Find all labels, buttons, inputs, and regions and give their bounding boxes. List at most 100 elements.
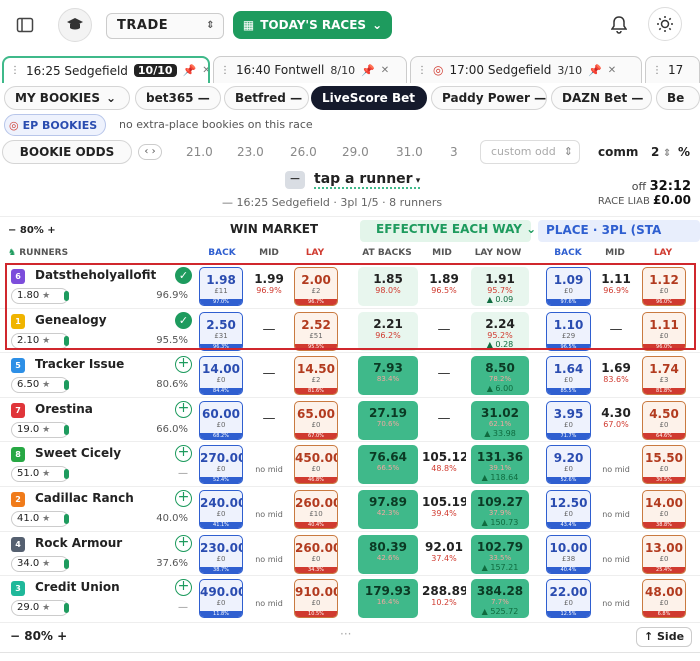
ew-lay-now-cell[interactable]: 1.91 95.7% ▲ 0.09 bbox=[471, 267, 529, 306]
bookie-chip-selected[interactable]: LiveScore Bet bbox=[311, 86, 427, 110]
place-mid-cell[interactable]: no mid bbox=[594, 490, 638, 529]
win-back-cell[interactable]: 230.00 £0 38.7% bbox=[199, 535, 243, 574]
bookie-chip[interactable]: DAZN Bet — bbox=[551, 86, 652, 110]
bookie-chip[interactable]: bet365 — bbox=[135, 86, 221, 110]
win-lay-cell[interactable]: 260.00 £10 40.4% bbox=[294, 490, 338, 529]
ew-lay-now-cell[interactable]: 31.02 62.1% ▲ 33.98 bbox=[471, 401, 529, 440]
drag-handle-icon[interactable]: ⋮ bbox=[220, 65, 230, 76]
ew-lay-now-cell[interactable]: 102.79 33.5% ▲ 157.21 bbox=[471, 535, 529, 574]
ew-mid-cell[interactable]: 92.01 37.4% bbox=[422, 535, 466, 574]
drag-handle-icon[interactable]: ⋮ bbox=[10, 65, 20, 76]
ew-at-backs-cell[interactable]: 1.85 98.0% bbox=[358, 267, 418, 306]
win-lay-cell[interactable]: 2.00 £2 96.7% bbox=[294, 267, 338, 306]
win-back-cell[interactable]: 60.00 £0 68.2% bbox=[199, 401, 243, 440]
runner-price-input[interactable]: 2.10 ★ bbox=[11, 333, 69, 349]
tab-race-1[interactable]: ⋮ 16:40 Fontwell 8/10 📌 ✕ bbox=[213, 56, 407, 83]
runner-row[interactable]: 2 Cadillac Ranch 41.0 ★ +40.0% bbox=[0, 487, 200, 531]
place-back-cell[interactable]: 12.50 £0 43.4% bbox=[546, 490, 591, 529]
place-mid-cell[interactable]: 1.69 83.6% bbox=[594, 356, 638, 395]
ew-at-backs-cell[interactable]: 80.39 42.6% bbox=[358, 535, 418, 574]
win-back-cell[interactable]: 490.00 £0 11.8% bbox=[199, 579, 243, 618]
minus-button[interactable]: − bbox=[285, 171, 305, 189]
win-back-cell[interactable]: 1.98 £11 97.0% bbox=[199, 267, 243, 306]
add-icon[interactable]: + bbox=[175, 356, 192, 373]
win-mid-cell[interactable]: 1.99 96.9% bbox=[247, 267, 291, 306]
place-lay-cell[interactable]: 48.00 £0 6.8% bbox=[642, 579, 686, 618]
place-back-cell[interactable]: 9.20 £0 52.6% bbox=[546, 445, 591, 484]
runner-row[interactable]: 7 Orestina 19.0 ★ +66.0% bbox=[0, 398, 200, 442]
bookie-chip[interactable]: Be bbox=[656, 86, 700, 110]
bell-icon[interactable] bbox=[608, 14, 630, 36]
ew-at-backs-cell[interactable]: 76.64 66.5% bbox=[358, 445, 418, 484]
odd-value[interactable]: 29.0 bbox=[342, 145, 369, 159]
comm-input[interactable]: 2 ⇕ bbox=[651, 145, 671, 159]
place-lay-cell[interactable]: 1.11 £0 96.0% bbox=[642, 312, 686, 351]
place-back-cell[interactable]: 1.64 £0 85.5% bbox=[546, 356, 591, 395]
ew-at-backs-cell[interactable]: 97.89 42.3% bbox=[358, 490, 418, 529]
ew-mid-cell[interactable]: 1.89 96.5% bbox=[422, 267, 466, 306]
graduation-cap-icon[interactable] bbox=[58, 8, 92, 42]
place-mid-cell[interactable]: 4.30 67.0% bbox=[594, 401, 638, 440]
win-lay-cell[interactable]: 910.00 £0 10.5% bbox=[294, 579, 338, 618]
runner-price-input[interactable]: 29.0 ★ bbox=[11, 600, 69, 616]
runner-price-input[interactable]: 6.50 ★ bbox=[11, 377, 69, 393]
runner-price-input[interactable]: 41.0 ★ bbox=[11, 511, 69, 527]
tap-runner-select[interactable]: tap a runner ▾ bbox=[314, 171, 421, 189]
runner-price-input[interactable]: 19.0 ★ bbox=[11, 422, 69, 438]
add-icon[interactable]: + bbox=[175, 535, 192, 552]
add-icon[interactable]: + bbox=[175, 579, 192, 596]
todays-races-button[interactable]: ▦ TODAY'S RACES ⌄ bbox=[233, 11, 392, 39]
odd-value[interactable]: 3 bbox=[450, 145, 458, 159]
place-mid-cell[interactable]: — bbox=[594, 312, 638, 351]
win-back-cell[interactable]: 2.50 £31 96.3% bbox=[199, 312, 243, 351]
place-back-cell[interactable]: 10.00 £38 40.4% bbox=[546, 535, 591, 574]
ew-mid-cell[interactable]: 288.89 10.2% bbox=[422, 579, 466, 618]
ew-at-backs-cell[interactable]: 7.93 83.4% bbox=[358, 356, 418, 395]
win-mid-cell[interactable]: no mid bbox=[247, 445, 291, 484]
close-icon[interactable]: ✕ bbox=[202, 65, 208, 76]
bottom-zoom-control[interactable]: − 80% + bbox=[10, 629, 67, 643]
sun-icon[interactable] bbox=[648, 7, 682, 41]
runner-row[interactable]: 1 Genealogy 2.10 ★ ✓ 95.5% bbox=[0, 309, 200, 353]
runner-row[interactable]: 5 Tracker Issue 6.50 ★ +80.6% bbox=[0, 353, 200, 397]
win-back-cell[interactable]: 240.00 £0 41.1% bbox=[199, 490, 243, 529]
win-lay-cell[interactable]: 450.00 £0 46.8% bbox=[294, 445, 338, 484]
win-mid-cell[interactable]: — bbox=[247, 356, 291, 395]
place-lay-cell[interactable]: 4.50 £0 64.6% bbox=[642, 401, 686, 440]
resize-handle-icon[interactable]: ··· bbox=[340, 627, 351, 641]
close-icon[interactable]: ✕ bbox=[608, 65, 616, 76]
ew-mid-cell[interactable]: — bbox=[422, 356, 466, 395]
place-back-cell[interactable]: 3.95 £0 71.7% bbox=[546, 401, 591, 440]
ew-mid-cell[interactable]: 105.19 39.4% bbox=[422, 490, 466, 529]
check-icon[interactable]: ✓ bbox=[175, 267, 192, 284]
drag-handle-icon[interactable]: ⋮ bbox=[417, 65, 427, 76]
win-mid-cell[interactable]: — bbox=[247, 312, 291, 351]
place-back-cell[interactable]: 1.10 £29 96.5% bbox=[546, 312, 591, 351]
bookie-chip[interactable]: Paddy Power — bbox=[431, 86, 547, 110]
win-lay-cell[interactable]: 260.00 £0 34.3% bbox=[294, 535, 338, 574]
place-lay-cell[interactable]: 1.74 £3 81.8% bbox=[642, 356, 686, 395]
place-back-cell[interactable]: 22.00 £0 12.5% bbox=[546, 579, 591, 618]
place-mid-cell[interactable]: 1.11 96.9% bbox=[594, 267, 638, 306]
win-lay-cell[interactable]: 65.00 £0 67.0% bbox=[294, 401, 338, 440]
ew-lay-now-cell[interactable]: 131.36 39.1% ▲ 118.64 bbox=[471, 445, 529, 484]
runner-price-input[interactable]: 1.80 ★ bbox=[11, 288, 69, 304]
pin-icon[interactable]: 📌 bbox=[183, 64, 197, 77]
ep-bookies-button[interactable]: ◎ EP BOOKIES bbox=[4, 114, 107, 136]
place-back-cell[interactable]: 1.09 £0 97.6% bbox=[546, 267, 591, 306]
tab-race-3[interactable]: ⋮ 17 bbox=[645, 56, 700, 83]
win-lay-cell[interactable]: 14.50 £2 81.6% bbox=[294, 356, 338, 395]
place-mid-cell[interactable]: no mid bbox=[594, 445, 638, 484]
sidebar-toggle-icon[interactable] bbox=[14, 14, 36, 36]
place-mid-cell[interactable]: no mid bbox=[594, 579, 638, 618]
runner-row[interactable]: 3 Credit Union 29.0 ★ + — bbox=[0, 576, 200, 620]
win-back-cell[interactable]: 270.00 £0 52.4% bbox=[199, 445, 243, 484]
ew-lay-now-cell[interactable]: 2.24 95.2% ▲ 0.28 bbox=[471, 312, 529, 351]
bookie-odds-button[interactable]: BOOKIE ODDS bbox=[2, 140, 132, 164]
ew-at-backs-cell[interactable]: 27.19 70.6% bbox=[358, 401, 418, 440]
odd-value[interactable]: 23.0 bbox=[237, 145, 264, 159]
win-mid-cell[interactable]: no mid bbox=[247, 579, 291, 618]
mode-select[interactable]: TRADE ⇕ bbox=[106, 13, 224, 39]
place-lay-cell[interactable]: 14.00 £0 38.8% bbox=[642, 490, 686, 529]
place-lay-cell[interactable]: 13.00 £0 25.4% bbox=[642, 535, 686, 574]
